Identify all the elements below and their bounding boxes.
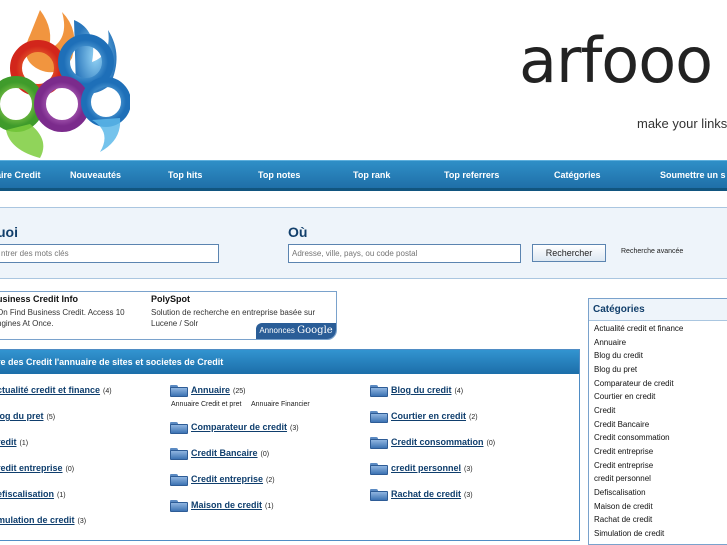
dir-category-link[interactable]: efiscalisation (1) [0,489,66,499]
google-ads-badge[interactable]: Annonces Google [256,323,336,339]
dir-category-link[interactable]: Rachat de credit (3) [391,489,473,499]
annonces-label: Annonces [259,326,295,335]
category-link[interactable]: credit personnel [594,474,651,483]
folder-icon [170,422,188,434]
folder-icon [170,500,188,512]
site-header: arfooo make your links [0,0,727,160]
categories-sidebar: Catégories Actualité credit et finance A… [588,298,727,545]
category-link[interactable]: Annuaire [594,338,626,347]
nav-home[interactable]: aire Credit [0,170,41,180]
brand-wordmark: arfooo [519,24,713,97]
folder-icon [370,411,388,423]
annuaire-sublinks: Annuaire Credit et pret Annuaire Financi… [171,401,318,408]
ad-business-credit[interactable]: usiness Credit Info On Find Business Cre… [0,294,137,329]
dir-category-link[interactable]: Courtier en credit (2) [391,411,478,421]
category-link[interactable]: Courtier en credit [594,392,655,401]
dir-category-link[interactable]: Maison de credit (1) [191,500,274,510]
google-label: Google [297,325,333,336]
dir-category-link[interactable]: Credit consommation (0) [391,437,495,447]
search-where-input[interactable] [288,244,521,263]
category-link[interactable]: Credit [594,406,615,415]
dir-category-link[interactable]: Comparateur de credit (3) [191,422,299,432]
folder-icon [170,448,188,460]
category-link[interactable]: Blog du credit [594,351,643,360]
brand-tagline: make your links [637,116,727,131]
dir-category-link[interactable]: Credit entreprise (2) [191,474,275,484]
category-link[interactable]: Blog du pret [594,365,637,374]
category-link[interactable]: Rachat de credit [594,515,652,524]
search-what-input[interactable] [0,244,219,263]
category-link[interactable]: Comparateur de credit [594,379,674,388]
category-link[interactable]: Credit entreprise [594,461,653,470]
category-link[interactable]: Actualité credit et finance [594,324,683,333]
search-panel: uoi Où Rechercher Recherche avancée [0,207,727,279]
folder-icon [170,474,188,486]
folder-icon [370,385,388,397]
nav-submit-site[interactable]: Soumettre un s [660,170,726,180]
ad-title[interactable]: usiness Credit Info [0,294,137,304]
nav-top-notes[interactable]: Top notes [258,170,300,180]
sublink[interactable]: Annuaire Credit et pret [171,401,241,408]
ads-box: usiness Credit Info On Find Business Cre… [0,291,337,340]
search-where-heading: Où [288,224,308,240]
main-nav: aire Credit Nouveautés Top hits Top note… [0,160,727,191]
nav-nouveautes[interactable]: Nouveautés [70,170,121,180]
nav-top-referrers[interactable]: Top referrers [444,170,499,180]
brand-logo[interactable]: arfooo make your links [519,10,727,140]
flame-rings-logo[interactable] [0,0,130,160]
category-link[interactable]: Credit consommation [594,433,670,442]
nav-top-hits[interactable]: Top hits [168,170,202,180]
category-link[interactable]: Maison de credit [594,502,653,511]
ad-title[interactable]: PolySpot [151,294,331,304]
search-what-heading: uoi [0,224,18,240]
advanced-search-link[interactable]: Recherche avancée [621,248,683,255]
nav-categories[interactable]: Catégories [554,170,601,180]
folder-icon [370,437,388,449]
folder-icon [370,489,388,501]
folder-icon [170,385,188,397]
category-link[interactable]: Credit entreprise [594,447,653,456]
category-link[interactable]: Simulation de credit [594,529,664,538]
dir-category-link[interactable]: ctualité credit et finance (4) [0,385,112,395]
directory-heading: re des Credit l'annuaire de sites et soc… [0,350,579,374]
dir-category-link[interactable]: Blog du credit (4) [391,385,463,395]
category-link[interactable]: Defiscalisation [594,488,646,497]
category-link[interactable]: Credit Bancaire [594,420,649,429]
dir-category-link[interactable]: Credit Bancaire (0) [191,448,269,458]
ad-text: On Find Business Credit. Access 10 ngine… [0,308,125,328]
categories-heading: Catégories [589,299,727,321]
dir-category-link[interactable]: Annuaire (25) [191,385,245,395]
sublink[interactable]: Annuaire Financier [251,401,310,408]
dir-category-link[interactable]: log du pret (5) [0,411,55,421]
dir-category-link[interactable]: credit personnel (3) [391,463,473,473]
dir-category-link[interactable]: redit entreprise (0) [0,463,74,473]
search-button[interactable]: Rechercher [532,244,606,262]
dir-category-link[interactable]: redit(1) [0,437,28,447]
folder-icon [370,463,388,475]
nav-top-rank[interactable]: Top rank [353,170,390,180]
dir-category-link[interactable]: mulation de credit (3) [0,515,86,525]
directory-panel: re des Credit l'annuaire de sites et soc… [0,349,580,541]
